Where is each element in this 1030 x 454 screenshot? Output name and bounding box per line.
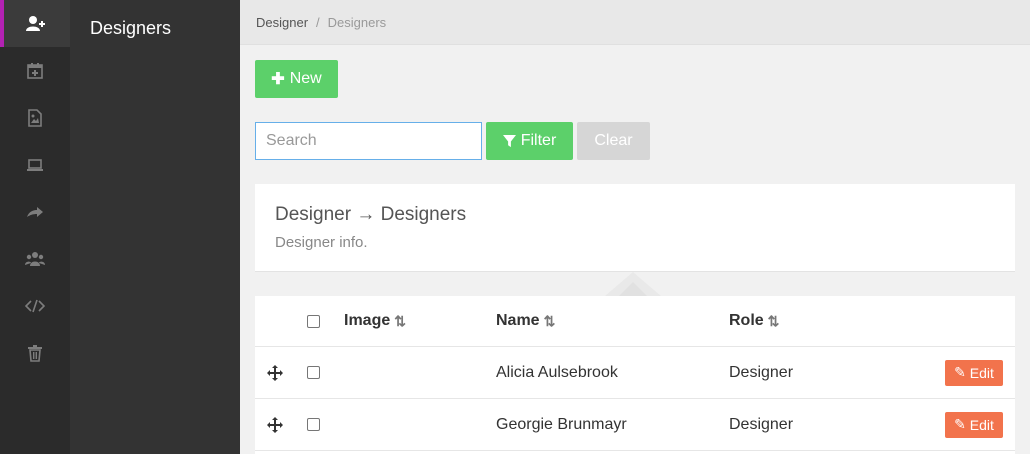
drag-handle-icon[interactable]	[267, 416, 283, 433]
sort-icon: ⇅	[394, 312, 406, 329]
section-title: Designers	[90, 18, 172, 38]
breadcrumb-parent[interactable]: Designer	[256, 15, 308, 30]
drag-handle-icon[interactable]	[267, 364, 283, 381]
group-icon	[25, 251, 45, 266]
column-header-role-label: Role	[729, 312, 764, 329]
sidebar-item-images[interactable]	[0, 94, 70, 141]
filter-icon	[502, 134, 516, 147]
column-header-name-label: Name	[496, 312, 540, 329]
row-role: Designer	[729, 415, 794, 433]
sidebar-item-team[interactable]	[0, 235, 70, 282]
edit-button[interactable]: ✎ Edit	[945, 359, 1003, 386]
edit-button-label: Edit	[969, 364, 994, 381]
background-watermark	[605, 272, 661, 296]
row-checkbox[interactable]	[307, 418, 320, 431]
new-button[interactable]: ✚ New	[255, 60, 338, 98]
sidebar-item-designers[interactable]	[0, 0, 70, 47]
clear-button[interactable]: Clear	[577, 122, 650, 160]
edit-button[interactable]: ✎ Edit	[945, 411, 1003, 438]
sidebar-item-devices[interactable]	[0, 141, 70, 188]
plus-icon: ✚	[271, 71, 285, 88]
edit-button-label: Edit	[969, 416, 994, 433]
filter-button-label: Filter	[520, 132, 557, 149]
select-all-checkbox[interactable]	[307, 314, 320, 328]
sidebar-item-share[interactable]	[0, 188, 70, 235]
column-header-name[interactable]: Name ⇅	[496, 312, 555, 330]
column-header-image[interactable]: Image ⇅	[344, 312, 406, 330]
table-header-row: Image ⇅ Name ⇅ Role ⇅	[255, 296, 1015, 347]
new-button-label: New	[289, 70, 322, 87]
column-header-role[interactable]: Role ⇅	[729, 312, 779, 330]
info-title: Designer → Designers	[275, 204, 467, 225]
filter-button[interactable]: Filter	[486, 122, 573, 160]
info-panel: Designer → Designers Designer info.	[255, 184, 1015, 272]
row-name: Alicia Aulsebrook	[496, 363, 618, 381]
row-checkbox[interactable]	[307, 366, 320, 379]
pencil-icon: ✎	[954, 364, 966, 380]
breadcrumb-separator: /	[316, 14, 320, 30]
main-content: Designer / Designers ✚ New Filter Clear …	[240, 0, 1030, 454]
pencil-icon: ✎	[954, 416, 966, 432]
table-row: Alicia Aulsebrook Designer ✎ Edit	[255, 347, 1015, 399]
icon-sidebar	[0, 0, 70, 454]
breadcrumb: Designer / Designers	[240, 0, 1030, 45]
row-role: Designer	[729, 363, 794, 381]
code-icon	[25, 299, 45, 312]
sidebar-item-calendar[interactable]	[0, 47, 70, 94]
share-arrow-icon	[27, 206, 43, 217]
row-name: Georgie Brunmayr	[496, 415, 627, 433]
image-file-icon	[28, 108, 42, 127]
sort-icon: ⇅	[767, 312, 780, 329]
breadcrumb-current: Designers	[327, 14, 387, 30]
table-row: Georgie Brunmayr Designer ✎ Edit	[255, 399, 1015, 451]
trash-icon	[28, 344, 42, 362]
sidebar-item-trash[interactable]	[0, 329, 70, 376]
sort-icon: ⇅	[543, 312, 556, 329]
add-user-icon	[26, 15, 45, 31]
sub-navigation: Designers	[70, 0, 240, 454]
sidebar-item-code[interactable]	[0, 282, 70, 329]
laptop-icon	[27, 158, 43, 171]
search-input[interactable]	[255, 122, 482, 160]
column-header-image-label: Image	[344, 312, 391, 329]
designers-table: Image ⇅ Name ⇅ Role ⇅ Alicia Aulsebrook …	[255, 296, 1015, 454]
info-subtitle: Designer info.	[275, 234, 368, 251]
calendar-plus-icon	[27, 62, 43, 79]
